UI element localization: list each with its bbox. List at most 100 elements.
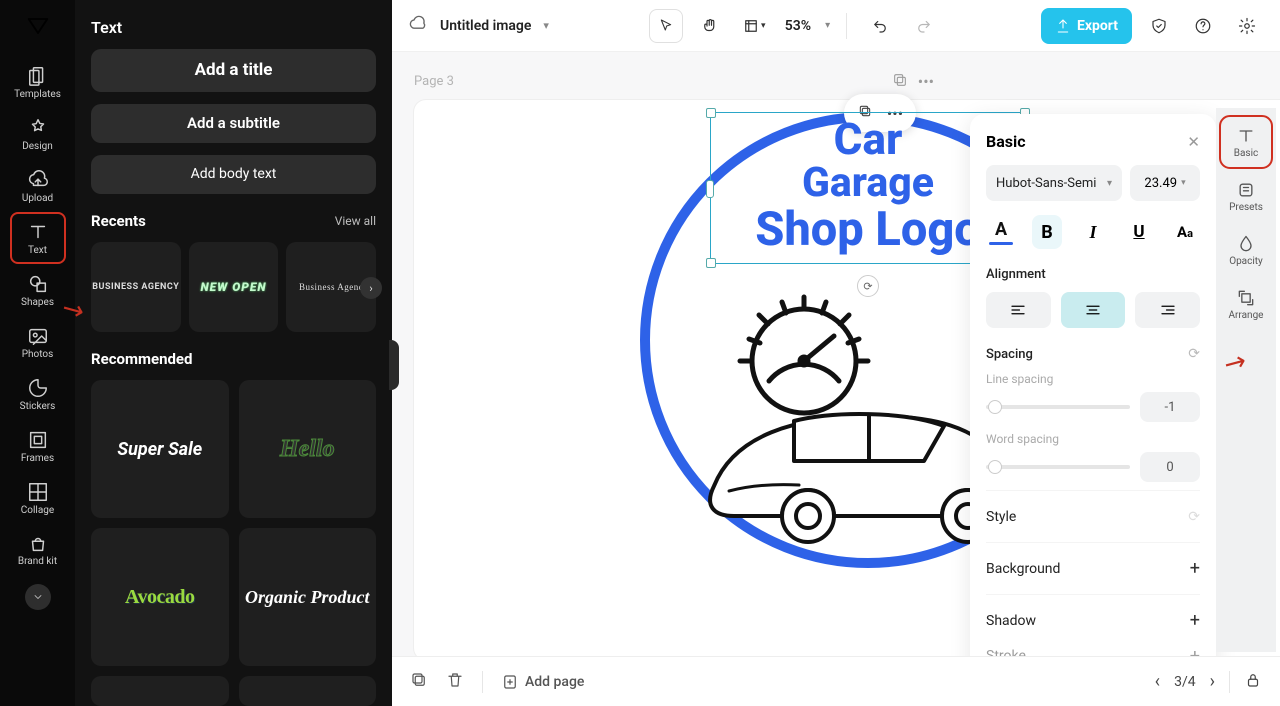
rec-tile-5[interactable]: [91, 676, 229, 706]
style-section[interactable]: Style: [986, 509, 1016, 525]
tab-presets[interactable]: Presets: [1222, 172, 1270, 220]
help-icon[interactable]: [1186, 9, 1220, 43]
add-subtitle-button[interactable]: Add a subtitle: [91, 104, 376, 143]
panel-title: Text: [91, 18, 376, 37]
layers-icon[interactable]: [410, 671, 428, 693]
font-size-select[interactable]: 23.49▾: [1130, 165, 1200, 201]
app-logo[interactable]: [18, 6, 58, 46]
nav-text-label: Text: [28, 245, 47, 256]
align-center[interactable]: [1061, 292, 1126, 328]
page-action-icons: •••: [892, 72, 934, 92]
alignment-label: Alignment: [986, 267, 1200, 282]
nav-templates[interactable]: Templates: [10, 56, 66, 108]
redo-button[interactable]: [907, 9, 941, 43]
bottom-toolbar: Add page ‹ 3/4 ›: [392, 656, 1280, 706]
page-more-icon[interactable]: •••: [918, 72, 934, 92]
recent-thumb-1[interactable]: BUSINESS AGENCY: [91, 242, 181, 332]
text-side-panel: Text Add a title Add a subtitle Add body…: [75, 0, 392, 706]
nav-collage[interactable]: Collage: [10, 472, 66, 524]
hand-tool[interactable]: [693, 9, 727, 43]
word-spacing-value[interactable]: 0: [1140, 452, 1200, 482]
delete-icon[interactable]: [446, 671, 464, 693]
settings-icon[interactable]: [1230, 9, 1264, 43]
recents-next[interactable]: ›: [360, 277, 382, 299]
nav-text[interactable]: Text: [10, 212, 66, 264]
rec-tile-4[interactable]: Organic Product: [239, 528, 377, 666]
recommended-grid: Super Sale Hello Avocado Organic Product: [91, 380, 376, 706]
nav-stickers-label: Stickers: [20, 401, 56, 412]
title-dropdown-icon[interactable]: ▾: [543, 19, 549, 32]
background-add-icon[interactable]: +: [1190, 558, 1200, 579]
nav-templates-label: Templates: [14, 89, 61, 100]
add-body-button[interactable]: Add body text: [91, 155, 376, 194]
cursor-tool[interactable]: [649, 9, 683, 43]
word-spacing-slider[interactable]: [986, 465, 1130, 469]
rec-tile-1[interactable]: Super Sale: [91, 380, 229, 518]
tab-basic[interactable]: Basic: [1222, 118, 1270, 166]
zoom-caret-icon[interactable]: ▾: [825, 20, 830, 31]
line-spacing-label: Line spacing: [986, 372, 1200, 386]
nav-more[interactable]: [25, 584, 51, 610]
nav-upload-label: Upload: [22, 193, 53, 204]
rec-tile-6[interactable]: [239, 676, 377, 706]
export-button[interactable]: Export: [1041, 8, 1132, 44]
text-color-button[interactable]: A: [986, 215, 1016, 249]
underline-button[interactable]: U: [1124, 215, 1154, 249]
nav-collage-label: Collage: [21, 505, 54, 516]
text-case-button[interactable]: Aa: [1170, 215, 1200, 249]
prop-panel-title: Basic: [986, 132, 1026, 151]
nav-frames-label: Frames: [21, 453, 54, 464]
document-title[interactable]: Untitled image: [440, 18, 531, 34]
zoom-level[interactable]: 53%: [781, 18, 815, 34]
stroke-add-icon[interactable]: +: [1190, 646, 1200, 657]
nav-brandkit[interactable]: Brand kit: [10, 524, 66, 576]
lock-icon[interactable]: [1244, 671, 1262, 693]
nav-upload[interactable]: Upload: [10, 160, 66, 212]
tab-opacity[interactable]: Opacity: [1222, 226, 1270, 274]
nav-photos-label: Photos: [22, 349, 54, 360]
recents-row: BUSINESS AGENCY NEW OPEN Business Agenc …: [91, 242, 376, 332]
reset-spacing-icon[interactable]: ⟳: [1188, 346, 1200, 362]
nav-design-label: Design: [22, 141, 53, 152]
left-nav-rail: Templates Design Upload Text Shapes Phot…: [0, 0, 75, 706]
nav-photos[interactable]: Photos: [10, 316, 66, 368]
rec-tile-2[interactable]: Hello: [239, 380, 377, 518]
close-icon[interactable]: ✕: [1187, 133, 1200, 151]
nav-shapes[interactable]: Shapes: [10, 264, 66, 316]
style-reset-icon[interactable]: ⟳: [1188, 509, 1200, 525]
cloud-icon[interactable]: [408, 14, 428, 38]
font-family-select[interactable]: Hubot-Sans-Semi▾: [986, 165, 1122, 201]
italic-button[interactable]: I: [1078, 215, 1108, 249]
shadow-section[interactable]: Shadow: [986, 613, 1036, 629]
tab-arrange[interactable]: Arrange: [1222, 280, 1270, 328]
duplicate-page-icon[interactable]: [892, 72, 908, 92]
crop-tool[interactable]: ▾: [737, 9, 771, 43]
shield-icon[interactable]: [1142, 9, 1176, 43]
recent-thumb-2[interactable]: NEW OPEN: [189, 242, 279, 332]
nav-frames[interactable]: Frames: [10, 420, 66, 472]
line-spacing-slider[interactable]: [986, 405, 1130, 409]
page-counter: 3/4: [1174, 674, 1196, 690]
right-tab-rail: Basic Presets Opacity Arrange: [1216, 108, 1276, 652]
shadow-add-icon[interactable]: +: [1190, 610, 1200, 631]
top-toolbar: Untitled image ▾ ▾ 53% ▾ Export: [392, 0, 1280, 52]
recents-heading: Recents: [91, 212, 146, 230]
next-page-icon[interactable]: ›: [1210, 671, 1215, 692]
page-label: Page 3: [414, 74, 454, 89]
add-page-button[interactable]: Add page: [501, 673, 584, 691]
nav-design[interactable]: Design: [10, 108, 66, 160]
align-left[interactable]: [986, 292, 1051, 328]
rec-tile-3[interactable]: Avocado: [91, 528, 229, 666]
align-right[interactable]: [1135, 292, 1200, 328]
recents-viewall[interactable]: View all: [335, 214, 376, 228]
canvas-viewport[interactable]: Page 3 ••• ••• Car Garage Shop Log: [392, 52, 1280, 656]
spacing-label: Spacing: [986, 347, 1033, 362]
add-title-button[interactable]: Add a title: [91, 49, 376, 92]
prev-page-icon[interactable]: ‹: [1155, 671, 1160, 692]
stroke-section[interactable]: Stroke: [986, 648, 1026, 656]
nav-stickers[interactable]: Stickers: [10, 368, 66, 420]
bold-button[interactable]: B: [1032, 215, 1062, 249]
background-section[interactable]: Background: [986, 561, 1060, 577]
undo-button[interactable]: [863, 9, 897, 43]
line-spacing-value[interactable]: -1: [1140, 392, 1200, 422]
